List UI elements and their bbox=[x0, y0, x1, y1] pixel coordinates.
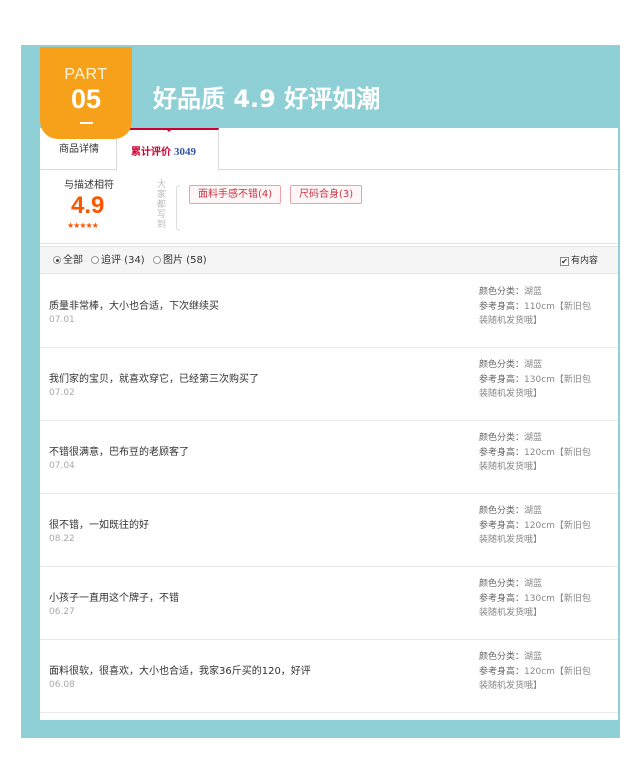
review-row: 面料很软，很喜欢，大小也合适，我家36斤买的120，好评 06.08 颜色分类：… bbox=[40, 640, 618, 713]
review-comment: 我们家的宝贝，就喜欢穿它，已经第三次购买了 bbox=[49, 374, 259, 385]
tab-reviews-count: 3049 bbox=[174, 146, 196, 158]
review-row: 我们家的宝贝，就喜欢穿它，已经第三次购买了 07.02 颜色分类：湖蓝参考身高：… bbox=[40, 348, 618, 421]
rate-score: 4.9 bbox=[71, 192, 105, 219]
sku-color-key: 颜色分类： bbox=[479, 287, 525, 297]
review-filter-bar: 全部 追评 (34) 图片 (58) ✔ 有内容 bbox=[40, 246, 618, 274]
review-comment: 面料很软，很喜欢，大小也合适，我家36斤买的120，好评 bbox=[49, 666, 311, 677]
sku-color-value: 湖蓝 bbox=[524, 433, 543, 443]
sku-color-key: 颜色分类： bbox=[479, 360, 525, 370]
review-row: 不错很满意，巴布豆的老顾客了 07.04 颜色分类：湖蓝 参考身高：120cm【新… bbox=[40, 421, 618, 494]
review-row: 很不错，一如既往的好 08.22 颜色分类：湖蓝 参考身高：120cm【新旧包装随… bbox=[40, 494, 618, 567]
review-row: 质量非常棒，大小也合适，下次继续买 07.01 颜色分类：湖蓝 参考身高：110c… bbox=[40, 275, 618, 348]
review-sku-info: 颜色分类：湖蓝 参考身高：120cm【新旧包装随机发货哦】 bbox=[479, 650, 599, 694]
review-sku-info: 颜色分类：湖蓝 参考身高：120cm【新旧包装随机发货哦】 bbox=[479, 431, 599, 475]
filter-append-label: 追评 (34) bbox=[101, 255, 145, 266]
sku-height-key: 参考身高： bbox=[479, 593, 525, 604]
impression-label: 大家都写到 bbox=[157, 180, 167, 230]
sku-color-value: 湖蓝 bbox=[524, 506, 543, 516]
filter-pictures-label: 图片 (58) bbox=[163, 255, 207, 266]
review-comment: 不错很满意，巴布豆的老顾客了 bbox=[49, 447, 189, 458]
radio-checked-icon bbox=[53, 256, 61, 264]
review-sku-info: 颜色分类：湖蓝 参考身高：130cm【新旧包装随机发货哦】 bbox=[479, 577, 599, 621]
checkbox-checked-icon: ✔ bbox=[560, 257, 569, 266]
sku-color-value: 湖蓝 bbox=[524, 579, 543, 589]
sku-height-key: 参考身高： bbox=[479, 301, 525, 312]
tab-reviews-label: 累计评价 bbox=[131, 147, 171, 158]
badge-dash bbox=[79, 122, 93, 124]
sku-color-value: 湖蓝 bbox=[524, 360, 543, 370]
part-number: 05 bbox=[70, 84, 102, 114]
active-tab-arrow-icon bbox=[165, 128, 173, 132]
review-list: 质量非常棒，大小也合适，下次继续买 07.01 颜色分类：湖蓝 参考身高：110c… bbox=[40, 275, 618, 713]
sku-color-key: 颜色分类： bbox=[479, 433, 525, 443]
tab-bar: 商品详情 累计评价 3049 bbox=[40, 128, 618, 171]
review-sku-info: 颜色分类：湖蓝 参考身高：130cm【新旧包装随机发货哦】 bbox=[479, 358, 599, 402]
impression-tag[interactable]: 面料手感不错(4) bbox=[189, 185, 282, 204]
tab-reviews[interactable]: 累计评价 3049 bbox=[116, 128, 219, 171]
rate-label: 与描述相符 bbox=[64, 180, 114, 191]
review-comment: 很不错，一如既往的好 bbox=[49, 520, 149, 531]
impression-bracket bbox=[176, 185, 180, 231]
filter-all-label: 全部 bbox=[63, 255, 83, 266]
review-comment: 小孩子一直用这个牌子，不错 bbox=[49, 593, 179, 604]
review-date: 07.02 bbox=[49, 388, 75, 398]
sku-color-key: 颜色分类： bbox=[479, 579, 525, 589]
impression-tag[interactable]: 尺码合身(3) bbox=[290, 185, 363, 204]
sku-color-value: 湖蓝 bbox=[524, 287, 543, 297]
filter-append-radio[interactable]: 追评 (34) bbox=[91, 255, 145, 267]
review-date: 07.01 bbox=[49, 315, 75, 325]
sku-height-key: 参考身高： bbox=[479, 447, 525, 458]
section-headline: 好品质 4.9 好评如潮 bbox=[153, 85, 381, 113]
sku-color-key: 颜色分类： bbox=[479, 652, 525, 662]
rating-summary: 与描述相符 4.9 ★★★★★ 大家都写到 面料手感不错(4) 尺码合身(3) bbox=[40, 171, 618, 244]
sku-height-key: 参考身高： bbox=[479, 374, 525, 385]
sku-height-key: 参考身高： bbox=[479, 520, 525, 531]
review-sku-info: 颜色分类：湖蓝 参考身高：120cm【新旧包装随机发货哦】 bbox=[479, 504, 599, 548]
radio-icon bbox=[91, 256, 99, 264]
star-rating-icon: ★★★★★ bbox=[67, 221, 99, 230]
review-date: 06.27 bbox=[49, 607, 75, 617]
sku-color-key: 颜色分类： bbox=[479, 506, 525, 516]
review-date: 07.04 bbox=[49, 461, 75, 471]
review-date: 08.22 bbox=[49, 534, 75, 544]
filter-all-radio[interactable]: 全部 bbox=[53, 255, 83, 267]
review-comment: 质量非常棒，大小也合适，下次继续买 bbox=[49, 301, 219, 312]
review-row: 小孩子一直用这个牌子，不错 06.27 颜色分类：湖蓝 参考身高：130cm【新旧… bbox=[40, 567, 618, 640]
filter-has-content-checkbox[interactable]: ✔ 有内容 bbox=[560, 255, 598, 267]
tab-product-detail[interactable]: 商品详情 bbox=[59, 141, 99, 169]
teal-frame: 商品详情 累计评价 3049 与描述相符 4.9 ★★★★★ 大家都写到 面料手感… bbox=[21, 45, 620, 738]
review-sku-info: 颜色分类：湖蓝 参考身高：110cm【新旧包装随机发货哦】 bbox=[479, 285, 599, 329]
filter-pictures-radio[interactable]: 图片 (58) bbox=[153, 255, 207, 267]
sku-height-key: 参考身高： bbox=[479, 666, 525, 677]
radio-icon bbox=[153, 256, 161, 264]
review-date: 06.08 bbox=[49, 680, 75, 690]
part-badge: PART 05 bbox=[40, 47, 132, 139]
filter-has-content-label: 有内容 bbox=[571, 256, 599, 266]
part-label: PART bbox=[64, 66, 108, 83]
review-panel: 商品详情 累计评价 3049 与描述相符 4.9 ★★★★★ 大家都写到 面料手感… bbox=[40, 128, 618, 720]
sku-color-value: 湖蓝 bbox=[524, 652, 543, 662]
